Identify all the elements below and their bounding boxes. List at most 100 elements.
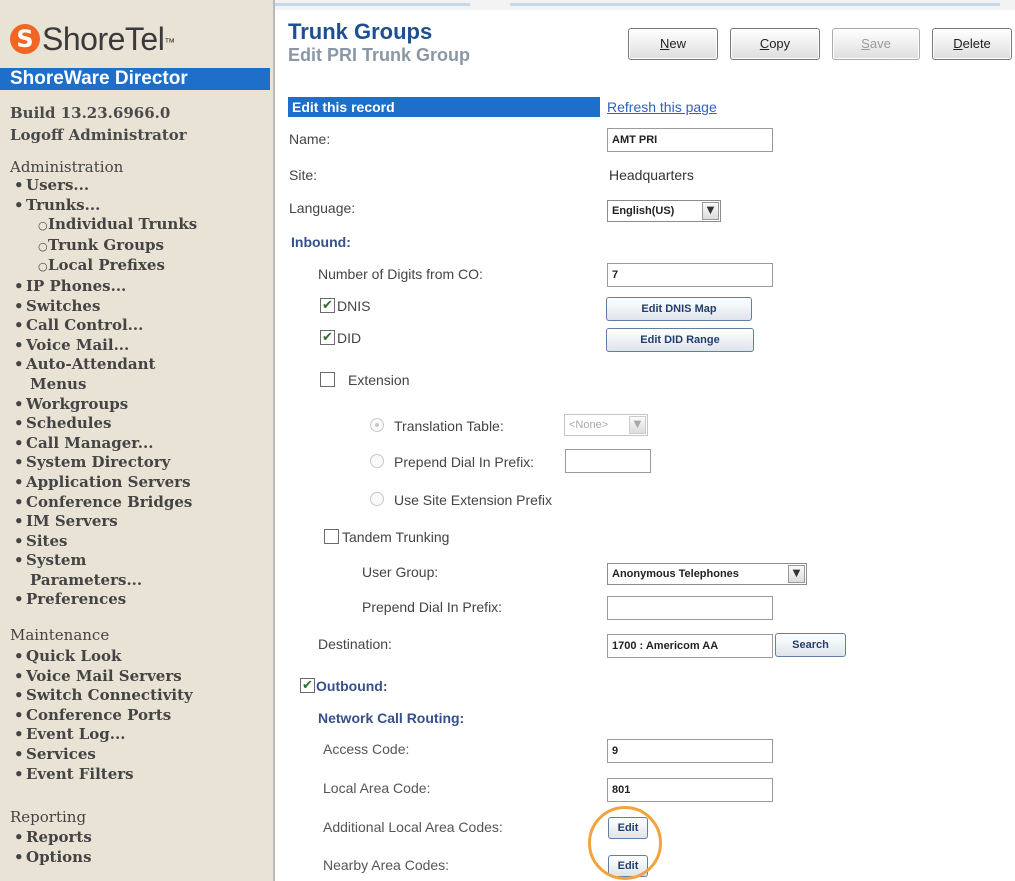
sidebar-item[interactable]: • Trunks... xyxy=(10,196,197,216)
sidebar-item-label: Preferences xyxy=(26,590,127,609)
sidebar-item[interactable]: • Call Manager... xyxy=(10,434,197,454)
outbound-checkbox[interactable]: ✔ xyxy=(300,678,315,693)
sidebar-item-label: Workgroups xyxy=(26,394,129,413)
user-group-select[interactable]: Anonymous Telephones ▼ xyxy=(607,563,807,585)
sidebar-item[interactable]: • Schedules xyxy=(10,414,197,434)
highlight-circle xyxy=(588,806,662,880)
sidebar-item[interactable]: • Preferences xyxy=(10,590,197,610)
bullet-icon: • xyxy=(14,296,24,315)
page-title: Trunk Groups xyxy=(288,19,433,44)
extension-checkbox[interactable] xyxy=(320,372,335,387)
access-code-label: Access Code: xyxy=(323,741,410,757)
sidebar-item[interactable]: Parameters... xyxy=(10,571,197,591)
sidebar-item[interactable]: • Conference Ports xyxy=(10,706,193,726)
copy-button-accesskey: C xyxy=(759,36,770,51)
save-button-accesskey: S xyxy=(861,36,870,51)
new-button[interactable]: New xyxy=(628,28,718,60)
sidebar-item[interactable]: • Conference Bridges xyxy=(10,493,197,513)
edit-record-header: Edit this record xyxy=(288,97,600,117)
destination-input[interactable]: 1700 : Americom AA xyxy=(607,634,773,658)
bullet-icon: • xyxy=(14,744,24,763)
bullet-icon: • xyxy=(14,176,24,194)
sidebar-item[interactable]: • IM Servers xyxy=(10,512,197,532)
shoretel-logo: S ShoreTel™ xyxy=(10,20,270,60)
sidebar-item[interactable]: • Options xyxy=(10,848,92,868)
logo-text: ShoreTel xyxy=(42,21,165,57)
bullet-icon: • xyxy=(14,551,24,570)
sidebar-item[interactable]: Menus xyxy=(10,375,197,395)
refresh-link[interactable]: Refresh this page xyxy=(607,98,717,116)
bullet-icon: • xyxy=(14,394,24,413)
prepend-dial-in-prefix-input[interactable] xyxy=(565,449,651,473)
sidebar-item[interactable]: ○Local Prefixes xyxy=(10,256,197,277)
sidebar-item[interactable]: • Services xyxy=(10,745,193,765)
copy-button[interactable]: Copy xyxy=(730,28,820,60)
sidebar-item[interactable]: • Call Control... xyxy=(10,316,197,336)
sidebar-item[interactable]: • Workgroups xyxy=(10,395,197,415)
sidebar-item-label: Trunk Groups xyxy=(48,235,164,254)
delete-button-label: elete xyxy=(962,36,991,51)
sidebar-item[interactable]: • System Directory xyxy=(10,453,197,473)
name-input[interactable]: AMT PRI xyxy=(607,128,773,152)
extension-label: Extension xyxy=(348,372,410,388)
digits-input[interactable]: 7 xyxy=(607,263,773,287)
sidebar-item[interactable]: • Voice Mail Servers xyxy=(10,667,193,687)
sidebar-item[interactable]: • IP Phones... xyxy=(10,277,197,297)
sidebar-item[interactable]: • Quick Look xyxy=(10,647,193,667)
sidebar-item-label: Call Manager... xyxy=(26,433,154,452)
bullet-icon: • xyxy=(14,414,24,433)
sidebar-item[interactable]: • Switches xyxy=(10,297,197,317)
sidebar-item[interactable]: • Switch Connectivity xyxy=(10,686,193,706)
bullet-icon: • xyxy=(14,512,24,531)
sidebar-item[interactable]: • Application Servers xyxy=(10,473,197,493)
maintenance-title: Maintenance xyxy=(10,626,110,644)
edit-dnis-map-button[interactable]: Edit DNIS Map xyxy=(606,297,752,321)
page-subtitle: Edit PRI Trunk Group xyxy=(288,45,471,65)
site-extension-prefix-radio[interactable] xyxy=(370,492,384,506)
sidebar-item[interactable]: • Auto-Attendant xyxy=(10,355,197,375)
did-label: DID xyxy=(337,330,362,346)
sidebar-item[interactable]: • Voice Mail... xyxy=(10,336,197,356)
logo-trademark: ™ xyxy=(164,37,175,49)
chevron-down-icon: ▼ xyxy=(788,565,805,583)
sidebar-item-label: Individual Trunks xyxy=(48,215,198,234)
translation-table-radio[interactable] xyxy=(370,418,384,432)
logoff-link[interactable]: Logoff Administrator xyxy=(10,126,187,144)
tandem-trunking-checkbox[interactable] xyxy=(324,529,339,544)
user-group-label: User Group: xyxy=(362,564,439,580)
name-label: Name: xyxy=(289,131,331,147)
outbound-heading: Outbound: xyxy=(316,678,388,694)
local-area-code-input[interactable]: 801 xyxy=(607,778,773,802)
delete-button[interactable]: Delete xyxy=(932,28,1012,60)
did-checkbox[interactable]: ✔ xyxy=(320,330,335,345)
sidebar-item[interactable]: • Event Filters xyxy=(10,765,193,785)
translation-table-select[interactable]: <None> ▼ xyxy=(564,414,648,436)
bullet-icon: • xyxy=(14,590,24,609)
sidebar-item-label: Users... xyxy=(26,176,90,194)
edit-did-range-button[interactable]: Edit DID Range xyxy=(606,328,754,352)
sidebar-item[interactable]: ○Individual Trunks xyxy=(10,215,197,236)
sidebar-item-label: Event Filters xyxy=(26,764,134,783)
search-button[interactable]: Search xyxy=(775,633,846,657)
access-code-input[interactable]: 9 xyxy=(607,739,773,763)
administration-nav: • Users... • Trunks... ○Individual Trunks ○Tr… xyxy=(10,176,197,610)
site-value: Headquarters xyxy=(609,167,694,183)
sidebar-item[interactable]: • Sites xyxy=(10,532,197,552)
sidebar-item[interactable]: • Reports xyxy=(10,828,92,848)
tandem-prepend-input[interactable] xyxy=(607,596,773,620)
circle-bullet-icon: ○ xyxy=(38,260,48,274)
dnis-checkbox[interactable]: ✔ xyxy=(320,298,335,313)
prepend-dial-in-prefix-radio[interactable] xyxy=(370,454,384,468)
bullet-icon: • xyxy=(14,764,24,783)
tandem-trunking-label: Tandem Trunking xyxy=(342,529,450,545)
sidebar-item-label: Schedules xyxy=(26,414,112,433)
sidebar-item[interactable]: • System xyxy=(10,551,197,571)
chevron-down-icon: ▼ xyxy=(629,416,646,434)
tandem-prepend-label: Prepend Dial In Prefix: xyxy=(362,599,503,615)
language-select[interactable]: English(US) ▼ xyxy=(607,200,721,222)
save-button-label: ave xyxy=(869,36,891,51)
sidebar-item[interactable]: ○Trunk Groups xyxy=(10,236,197,257)
sidebar-item[interactable]: • Users... xyxy=(10,176,197,196)
save-button[interactable]: Save xyxy=(832,28,920,60)
sidebar-item[interactable]: • Event Log... xyxy=(10,725,193,745)
